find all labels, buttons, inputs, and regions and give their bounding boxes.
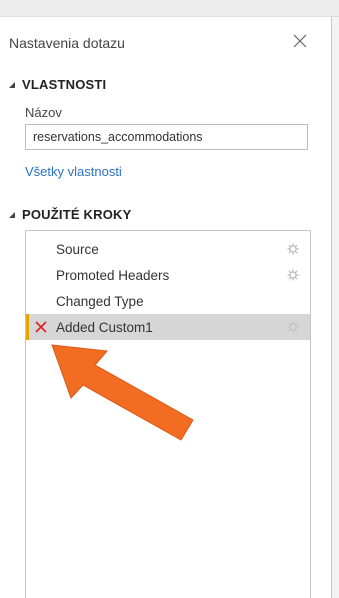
query-name-input[interactable]: [25, 124, 308, 150]
step-added-custom1[interactable]: Added Custom1: [26, 314, 310, 340]
step-promoted-headers[interactable]: Promoted Headers: [26, 262, 310, 288]
applied-steps-header-label: POUŽITÉ KROKY: [22, 207, 132, 222]
query-settings-screenshot: Nastavenia dotazu VLASTNOSTI Názov Všetk…: [0, 0, 339, 598]
collapse-triangle-icon: [9, 211, 15, 218]
step-source[interactable]: Source: [26, 236, 310, 262]
collapse-triangle-icon: [9, 81, 15, 88]
step-label: Added Custom1: [56, 319, 153, 335]
properties-header-label: VLASTNOSTI: [22, 77, 107, 92]
properties-section-header[interactable]: VLASTNOSTI: [9, 77, 106, 92]
gear-icon[interactable]: [287, 269, 299, 281]
gear-icon[interactable]: [287, 321, 299, 333]
all-properties-link[interactable]: Všetky vlastnosti: [25, 164, 122, 179]
window-top-strip: [0, 0, 339, 17]
name-label: Názov: [25, 105, 62, 120]
applied-steps-list: Source Promoted Headers Changed Type Add…: [25, 230, 311, 598]
close-icon: [293, 34, 307, 48]
close-button[interactable]: [290, 31, 310, 51]
step-label: Changed Type: [56, 293, 144, 309]
error-x-icon: [35, 321, 47, 333]
query-settings-panel: Nastavenia dotazu VLASTNOSTI Názov Všetk…: [0, 17, 332, 598]
step-label: Promoted Headers: [56, 267, 170, 283]
step-changed-type[interactable]: Changed Type: [26, 288, 310, 314]
step-label: Source: [56, 241, 99, 257]
panel-title: Nastavenia dotazu: [9, 35, 125, 51]
gear-icon[interactable]: [287, 243, 299, 255]
applied-steps-section-header[interactable]: POUŽITÉ KROKY: [9, 207, 132, 222]
